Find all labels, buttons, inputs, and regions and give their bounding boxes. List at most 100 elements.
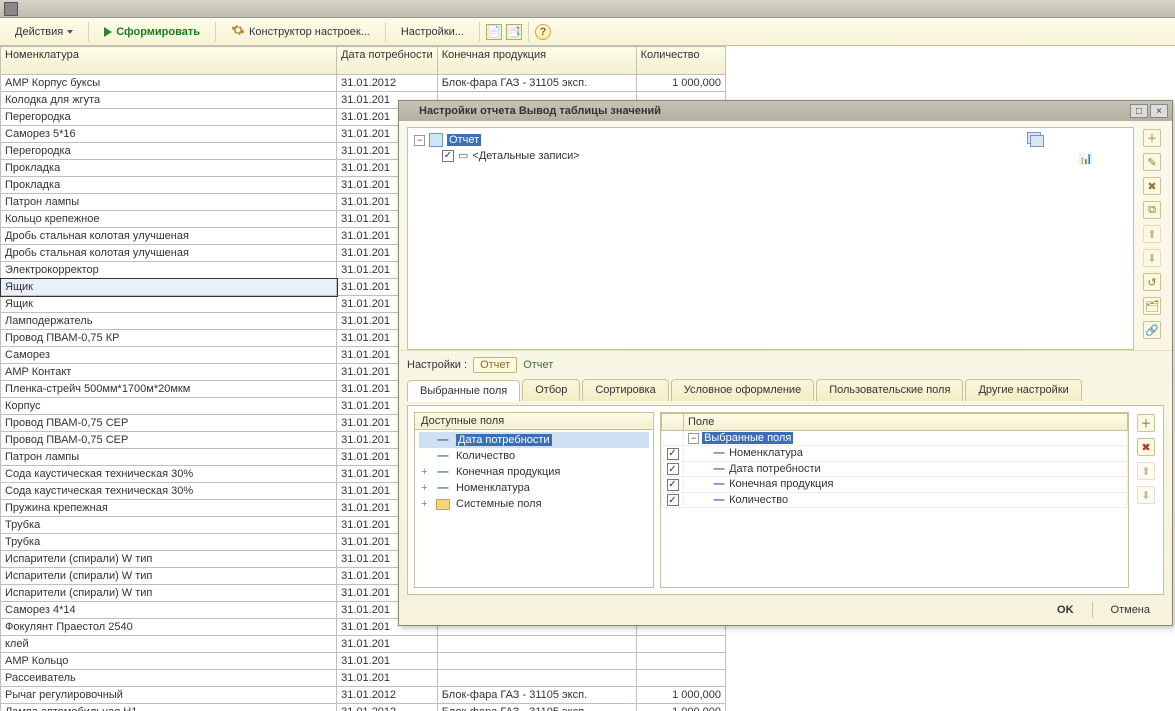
field-label: Дата потребности — [729, 463, 821, 475]
field-label: Количество — [456, 450, 515, 462]
field-label: Дата потребности — [456, 434, 552, 446]
run-button[interactable]: Сформировать — [95, 22, 209, 42]
report-structure-tree[interactable]: − Отчет ✓ ▭ <Детальные записи> 📊 — [407, 127, 1134, 350]
tree-toolstrip: ＋ ✎ ✖ ⧉ ⬆ ⬇ ↺ 🗂 🔗 — [1140, 127, 1164, 350]
selected-field-row[interactable]: ✓— Номенклатура — [662, 446, 1128, 462]
available-fields-header: Доступные поля — [415, 413, 653, 430]
available-field-row[interactable]: +Системные поля — [419, 496, 649, 512]
move-down-icon[interactable]: ⬇ — [1143, 249, 1161, 267]
selected-fields-table[interactable]: Поле − Выбранные поля✓— Номенклатура✓— Д… — [661, 413, 1128, 508]
field-label: Количество — [729, 494, 788, 506]
cancel-button[interactable]: Отмена — [1099, 600, 1162, 620]
maximize-button[interactable]: □ — [1130, 104, 1148, 118]
col-nomenclature[interactable]: Номенклатура — [1, 47, 337, 75]
chart-icon[interactable]: 📊 — [1079, 152, 1093, 165]
move-up-icon[interactable]: ⬆ — [1143, 225, 1161, 243]
field-up-icon[interactable]: ⬆ — [1137, 462, 1155, 480]
play-icon — [104, 27, 112, 37]
col-field[interactable]: Поле — [684, 414, 1128, 431]
col-product[interactable]: Конечная продукция — [437, 47, 636, 75]
toolbar-icon-2[interactable]: 📑 — [506, 24, 522, 40]
tree-child-row[interactable]: ✓ ▭ <Детальные записи> — [414, 148, 1127, 163]
tree-root-label: Отчет — [447, 134, 481, 146]
expand-icon[interactable]: + — [419, 482, 430, 494]
checkbox-icon[interactable]: ✓ — [667, 448, 679, 460]
field-down-icon[interactable]: ⬇ — [1137, 486, 1155, 504]
link-icon[interactable]: 🔗 — [1143, 321, 1161, 339]
selected-field-row[interactable]: ✓— Дата потребности — [662, 461, 1128, 477]
table-row[interactable]: AMP Корпус буксы31.01.2012Блок-фара ГАЗ … — [1, 75, 726, 92]
table-row[interactable]: AMP Кольцо31.01.201 — [1, 653, 726, 670]
col-qty[interactable]: Количество — [636, 47, 725, 75]
checkbox-icon[interactable]: ✓ — [667, 494, 679, 506]
table-row[interactable]: Рычаг регулировочный31.01.2012Блок-фара … — [1, 687, 726, 704]
available-fields-list[interactable]: —Дата потребности — Количество +—Конечная п… — [415, 430, 653, 587]
tree-root-row[interactable]: − Отчет — [414, 132, 1127, 148]
edit-item-icon[interactable]: ✎ — [1143, 153, 1161, 171]
col-date[interactable]: Дата потребности — [337, 47, 438, 75]
selected-field-row[interactable]: ✓— Количество — [662, 492, 1128, 508]
tab-3[interactable]: Условное оформление — [671, 379, 814, 401]
list-icon[interactable] — [1027, 132, 1043, 146]
table-header-row: Номенклатура Дата потребности Конечная п… — [1, 47, 726, 75]
tab-0[interactable]: Выбранные поля — [407, 380, 520, 402]
checkbox-icon[interactable]: ✓ — [667, 479, 679, 491]
toolbar-separator — [479, 22, 480, 42]
ok-button[interactable]: OK — [1045, 600, 1086, 620]
add-field-icon[interactable]: ＋ — [1137, 414, 1155, 432]
window-title-bar — [0, 0, 1175, 18]
collapse-icon[interactable]: − — [688, 433, 699, 444]
help-icon[interactable]: ? — [535, 24, 551, 40]
field-label: Номенклатура — [729, 447, 803, 459]
modal-footer: OK Отмена — [399, 595, 1172, 625]
table-row[interactable]: Рассеиватель31.01.201 — [1, 670, 726, 687]
tab-5[interactable]: Другие настройки — [965, 379, 1081, 401]
expand-icon[interactable]: + — [419, 498, 430, 510]
detail-records-icon: ▭ — [458, 149, 468, 162]
checkbox-icon[interactable]: ✓ — [667, 463, 679, 475]
delete-item-icon[interactable]: ✖ — [1143, 177, 1161, 195]
settings-tabs: Выбранные поляОтборСортировкаУсловное оф… — [407, 379, 1164, 401]
toolbar-icon-1[interactable]: 📄 — [486, 24, 502, 40]
field-label: Конечная продукция — [456, 466, 560, 478]
available-field-row[interactable]: +—Конечная продукция — [419, 464, 649, 480]
fields-toolstrip: ＋ ✖ ⬆ ⬇ — [1135, 412, 1157, 588]
settings-button[interactable]: Настройки... — [392, 22, 473, 42]
checkbox-icon[interactable]: ✓ — [442, 150, 454, 162]
path-current[interactable]: Отчет — [473, 357, 517, 373]
available-field-row[interactable]: +—Номенклатура — [419, 480, 649, 496]
run-label: Сформировать — [116, 26, 200, 38]
tab-1[interactable]: Отбор — [522, 379, 580, 401]
selected-field-row[interactable]: ✓— Конечная продукция — [662, 477, 1128, 493]
expand-icon[interactable]: + — [419, 466, 430, 478]
remove-field-icon[interactable]: ✖ — [1137, 438, 1155, 456]
collapse-icon[interactable]: − — [414, 135, 425, 146]
close-button[interactable]: × — [1150, 104, 1168, 118]
path-link[interactable]: Отчет — [523, 359, 553, 371]
chevron-down-icon — [67, 30, 73, 34]
add-item-icon[interactable]: ＋ — [1143, 129, 1161, 147]
selected-group-row[interactable]: − Выбранные поля — [662, 431, 1128, 446]
actions-menu-button[interactable]: Действия — [6, 22, 82, 42]
tab-4[interactable]: Пользовательские поля — [816, 379, 963, 401]
field-icon: — — [436, 450, 450, 462]
table-row[interactable]: клей31.01.201 — [1, 636, 726, 653]
main-toolbar: Действия Сформировать Конструктор настро… — [0, 18, 1175, 46]
properties-icon[interactable]: 🗂 — [1143, 297, 1161, 315]
tab-2[interactable]: Сортировка — [582, 379, 668, 401]
settings-path: Настройки : Отчет Отчет — [407, 355, 1164, 375]
modal-icon — [403, 105, 415, 117]
settings-designer-button[interactable]: Конструктор настроек... — [222, 19, 379, 44]
copy-item-icon[interactable]: ⧉ — [1143, 201, 1161, 219]
col-check — [662, 414, 684, 431]
actions-label: Действия — [15, 26, 63, 38]
modal-title-bar[interactable]: Настройки отчета Вывод таблицы значений … — [399, 101, 1172, 121]
table-row[interactable]: Лампа автомобильная H131.01.2012Блок-фар… — [1, 704, 726, 711]
selected-fields-header: Выбранные поля — [702, 432, 793, 444]
available-field-row[interactable]: — Количество — [419, 448, 649, 464]
modal-title: Настройки отчета Вывод таблицы значений — [419, 105, 661, 117]
toggle-icon[interactable]: ↺ — [1143, 273, 1161, 291]
toolbar-separator — [385, 22, 386, 42]
available-field-row[interactable]: —Дата потребности — [419, 432, 649, 448]
settings-modal: Настройки отчета Вывод таблицы значений … — [398, 100, 1173, 626]
